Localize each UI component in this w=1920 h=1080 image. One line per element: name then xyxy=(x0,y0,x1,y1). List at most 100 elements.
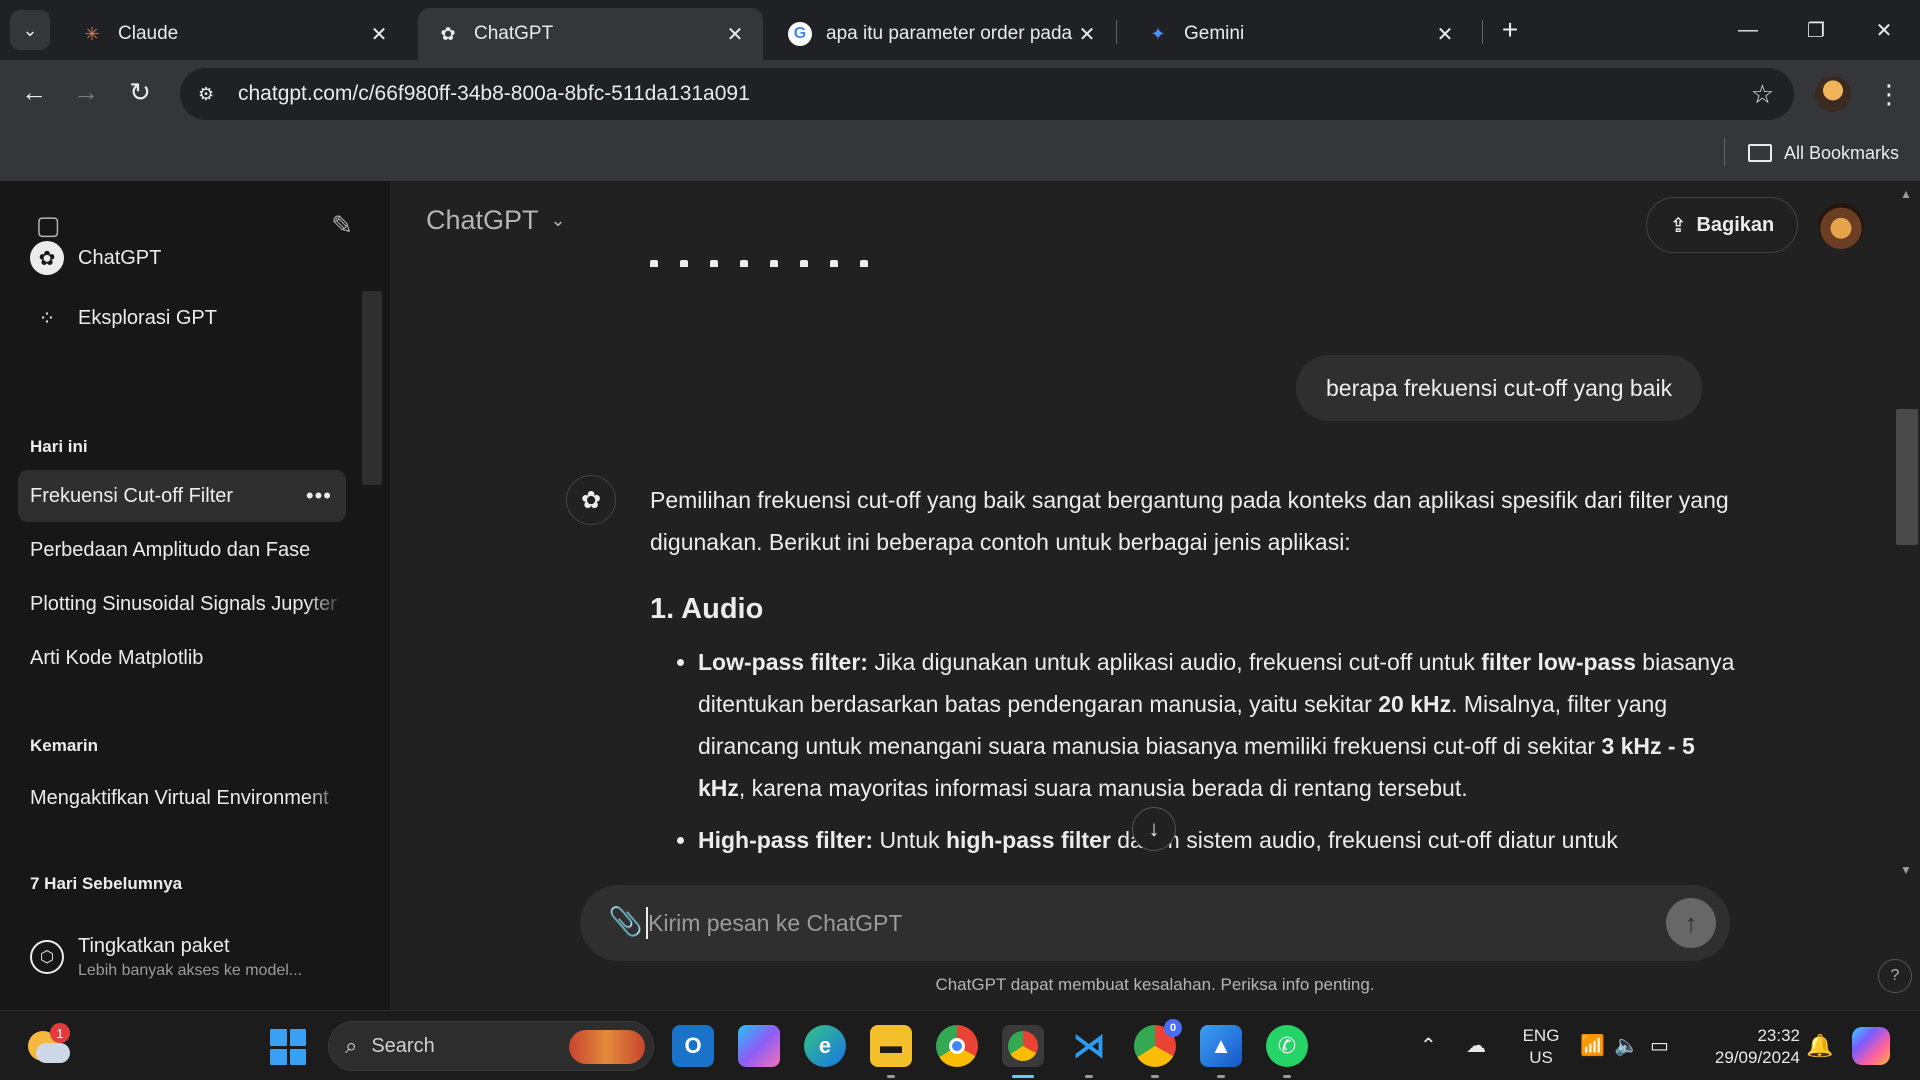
notification-bell-icon[interactable]: 🔔 xyxy=(1806,1033,1833,1059)
chrome-profile-icon[interactable]: 0 xyxy=(1134,1019,1182,1067)
outlook-icon[interactable]: O xyxy=(672,1025,714,1067)
gemini-icon: ✦ xyxy=(1150,23,1166,44)
share-button[interactable]: ⇪ Bagikan xyxy=(1646,197,1798,253)
attach-icon[interactable]: 📎 xyxy=(608,905,643,938)
tab-google-search[interactable]: G apa itu parameter order pada s ✕ xyxy=(770,8,1115,60)
reload-button[interactable]: ↻ xyxy=(120,72,160,112)
photos-icon[interactable]: ▲ xyxy=(1200,1025,1242,1067)
copilot-app-icon[interactable] xyxy=(738,1025,780,1067)
battery-icon[interactable]: ▭ xyxy=(1650,1033,1669,1058)
user-message-bubble: berapa frekuensi cut-off yang baik xyxy=(1296,355,1703,421)
bookmarks-bar: All Bookmarks xyxy=(0,128,1920,181)
windows-taskbar: 1 ⌕ Search O e ▬ ⋊ 0 ▲ ✆ ⌃ ☁ ENG US 📶 🔈 … xyxy=(0,1010,1920,1080)
bookmarks-separator xyxy=(1724,138,1725,166)
tab-chatgpt[interactable]: ✿ ChatGPT ✕ xyxy=(418,8,763,60)
send-button[interactable]: ↑ xyxy=(1666,898,1716,948)
tab-gemini[interactable]: ✦ Gemini ✕ xyxy=(1128,8,1473,60)
chat-scrollbar[interactable] xyxy=(1896,409,1918,545)
help-button[interactable]: ? xyxy=(1878,959,1912,993)
back-button[interactable]: ← xyxy=(14,72,54,112)
browser-toolbar: ← → ↻ ⚙ chatgpt.com/c/66f980ff-34b8-800a… xyxy=(0,60,1920,128)
chevron-down-icon: ⌄ xyxy=(550,210,566,230)
whatsapp-icon[interactable]: ✆ xyxy=(1266,1025,1308,1067)
new-tab-button[interactable]: + xyxy=(1494,14,1526,46)
sidebar: ▢ ✎ ✿ ChatGPT ⁘ Eksplorasi GPT Hari ini … xyxy=(0,181,390,1010)
section-heading-previous-7-days: 7 Hari Sebelumnya xyxy=(30,874,183,893)
tab-separator xyxy=(1116,20,1117,44)
tab-separator xyxy=(1482,20,1483,44)
weather-widget[interactable]: 1 xyxy=(28,1023,70,1067)
chat-item-active[interactable]: Frekuensi Cut-off Filter ••• xyxy=(18,470,346,522)
upgrade-plan-button[interactable]: ⬡ Tingkatkan paket Lebih banyak akses ke… xyxy=(18,925,358,989)
address-bar[interactable]: ⚙ chatgpt.com/c/66f980ff-34b8-800a-8bfc-… xyxy=(180,68,1794,120)
taskbar-search-box[interactable]: ⌕ Search xyxy=(328,1021,654,1071)
chat-item[interactable]: Plotting Sinusoidal Signals Jupyter xyxy=(18,578,346,630)
close-tab-icon[interactable]: ✕ xyxy=(723,22,747,47)
tab-search-button[interactable]: ⌄ xyxy=(10,10,50,50)
chat-item[interactable]: Mengaktifkan Virtual Environment xyxy=(18,772,346,824)
list-item-low-pass: Low-pass filter: Jika digunakan untuk ap… xyxy=(698,641,1740,809)
close-tab-icon[interactable]: ✕ xyxy=(367,22,391,47)
clipped-previous-text xyxy=(650,257,890,267)
response-intro: Pemilihan frekuensi cut-off yang baik sa… xyxy=(650,487,1729,555)
grid-icon: ⁘ xyxy=(38,307,56,330)
cloud-icon xyxy=(36,1043,70,1063)
show-hidden-icons-chevron-icon[interactable]: ⌃ xyxy=(1420,1033,1437,1058)
url-text[interactable]: chatgpt.com/c/66f980ff-34b8-800a-8bfc-51… xyxy=(238,82,750,106)
language-indicator[interactable]: ENG US xyxy=(1518,1025,1564,1069)
forward-button[interactable]: → xyxy=(66,72,106,112)
browser-menu-icon[interactable]: ⋮ xyxy=(1876,74,1902,114)
vscode-icon[interactable]: ⋊ xyxy=(1068,1025,1110,1067)
user-avatar[interactable] xyxy=(1818,203,1864,249)
notification-badge: 1 xyxy=(50,1023,70,1043)
scroll-to-bottom-button[interactable]: ↓ xyxy=(1132,807,1176,851)
restore-button[interactable]: ❐ xyxy=(1788,10,1844,50)
windows-start-icon[interactable] xyxy=(270,1029,306,1065)
claude-icon: ✳ xyxy=(84,23,100,44)
chat-main: ChatGPT ⌄ ⇪ Bagikan berapa frekuensi cut… xyxy=(390,181,1920,1010)
assistant-response: Pemilihan frekuensi cut-off yang baik sa… xyxy=(650,479,1740,871)
chat-item[interactable]: Perbedaan Amplitudo dan Fase xyxy=(18,524,346,576)
message-composer: 📎 ↑ xyxy=(580,885,1730,961)
disclaimer-note: ChatGPT dapat membuat kesalahan. Periksa… xyxy=(935,975,1375,994)
chatgpt-icon: ✿ xyxy=(440,23,456,44)
sidebar-item-chatgpt[interactable]: ✿ ChatGPT xyxy=(18,232,346,284)
chatgpt-logo-icon: ✿ xyxy=(30,241,64,275)
minimize-button[interactable]: — xyxy=(1720,10,1776,50)
all-bookmarks-button[interactable]: All Bookmarks xyxy=(1748,138,1899,168)
list-item-high-pass: High-pass filter: Untuk high-pass filter… xyxy=(698,819,1740,861)
section-heading-yesterday: Kemarin xyxy=(30,736,99,755)
chat-options-icon[interactable]: ••• xyxy=(306,483,332,509)
wifi-icon[interactable]: 📶 xyxy=(1580,1033,1605,1058)
sidebar-item-explore-gpt[interactable]: ⁘ Eksplorasi GPT xyxy=(18,292,346,344)
close-tab-icon[interactable]: ✕ xyxy=(1433,22,1457,47)
onedrive-cloud-icon[interactable]: ☁ xyxy=(1466,1033,1486,1058)
response-list: Low-pass filter: Jika digunakan untuk ap… xyxy=(698,641,1740,861)
site-info-icon[interactable]: ⚙ xyxy=(198,84,226,105)
chat-item[interactable]: Arti Kode Matplotlib xyxy=(18,632,346,684)
close-window-button[interactable]: ✕ xyxy=(1856,10,1912,50)
file-explorer-icon[interactable]: ▬ xyxy=(870,1025,912,1067)
scroll-up-arrow-icon[interactable]: ▲ xyxy=(1900,187,1912,201)
model-selector[interactable]: ChatGPT ⌄ xyxy=(426,205,566,236)
volume-icon[interactable]: 🔈 xyxy=(1614,1033,1639,1058)
profile-avatar[interactable] xyxy=(1815,76,1851,112)
upgrade-icon: ⬡ xyxy=(30,940,64,974)
chrome-icon[interactable] xyxy=(936,1025,978,1067)
search-icon: ⌕ xyxy=(345,1033,358,1058)
sidebar-scrollbar[interactable] xyxy=(362,291,382,485)
browser-chrome: ⌄ ✳ Claude ✕ ✿ ChatGPT ✕ G apa itu param… xyxy=(0,0,1920,181)
tab-strip: ⌄ ✳ Claude ✕ ✿ ChatGPT ✕ G apa itu param… xyxy=(0,0,1920,60)
clock[interactable]: 23:32 29/09/2024 xyxy=(1700,1025,1800,1069)
edge-icon[interactable]: e xyxy=(804,1025,846,1067)
message-input[interactable] xyxy=(648,905,1648,941)
scroll-down-arrow-icon[interactable]: ▼ xyxy=(1900,863,1912,877)
section-heading-today: Hari ini xyxy=(30,437,88,456)
chrome-profile-active-icon[interactable] xyxy=(1002,1025,1044,1067)
copilot-icon[interactable] xyxy=(1852,1027,1890,1065)
close-tab-icon[interactable]: ✕ xyxy=(1075,22,1099,47)
folder-icon xyxy=(1748,144,1772,162)
tab-claude[interactable]: ✳ Claude ✕ xyxy=(62,8,407,60)
bookmark-star-icon[interactable]: ☆ xyxy=(1751,79,1774,110)
assistant-avatar-icon: ✿ xyxy=(566,475,616,525)
